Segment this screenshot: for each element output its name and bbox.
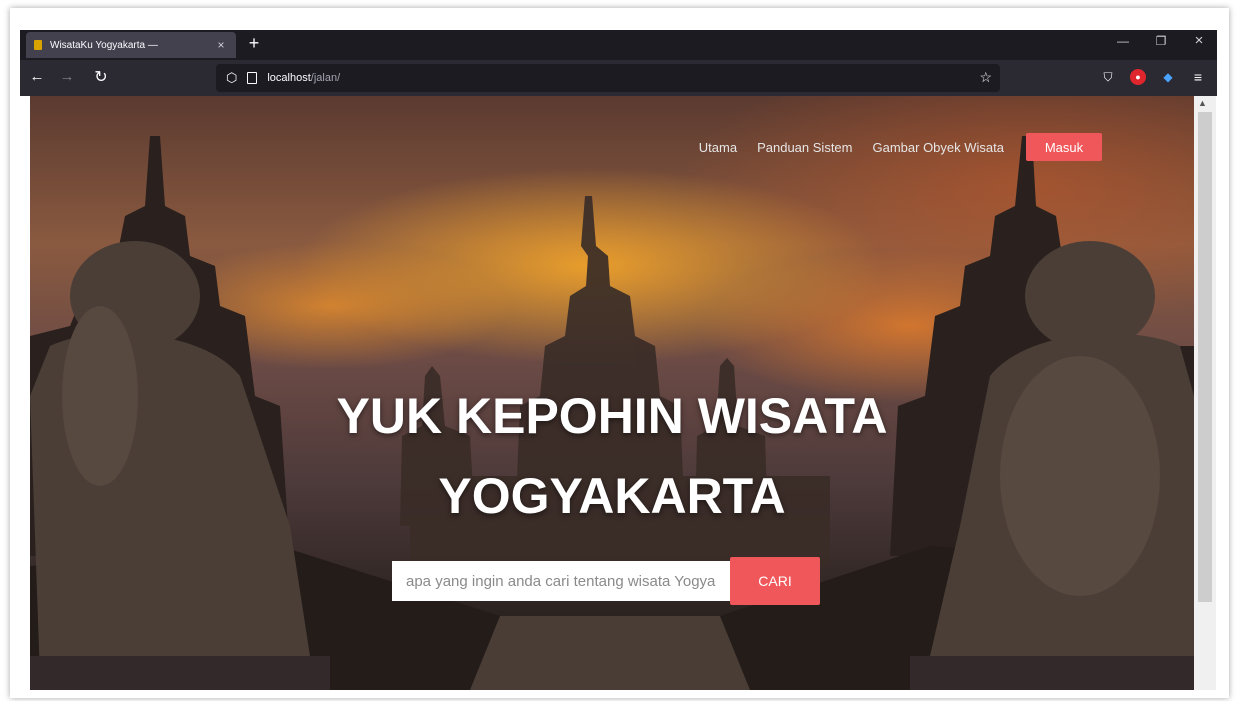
nav-link-utama[interactable]: Utama	[699, 140, 737, 155]
extension-blue-icon[interactable]: ◆	[1160, 69, 1176, 85]
search-input[interactable]	[392, 561, 730, 601]
menu-icon[interactable]: ≡	[1190, 69, 1206, 85]
url-bar[interactable]: ⬡ localhost /jalan/ ☆	[216, 64, 1000, 92]
search-button[interactable]: CARI	[730, 557, 820, 605]
nav-link-gambar-obyek-wisata[interactable]: Gambar Obyek Wisata	[873, 140, 1005, 155]
url-path: /jalan/	[310, 72, 341, 84]
browser-toolbar: ← → ↻ ⬡ localhost /jalan/ ☆ ⛉ ● ◆ ≡	[20, 60, 1217, 96]
hero-title: YUK KEPOHIN WISATA YOGYAKARTA	[30, 376, 1194, 536]
tab-title: WisataKu Yogyakarta —	[50, 39, 158, 51]
search-form: CARI	[392, 557, 820, 605]
reload-icon[interactable]: ↻	[90, 67, 112, 87]
page-info-icon[interactable]	[247, 72, 258, 84]
forward-icon[interactable]: →	[56, 68, 78, 85]
restore-icon[interactable]: ❐	[1150, 34, 1172, 48]
extension-red-icon[interactable]: ●	[1130, 69, 1146, 85]
tab-strip: WisataKu Yogyakarta — × + — ❐ ×	[20, 30, 1217, 60]
bookmark-star-icon[interactable]: ☆	[979, 69, 992, 86]
browser-chrome: WisataKu Yogyakarta — × + — ❐ × ← → ↻ ⬡ …	[20, 30, 1217, 96]
new-tab-button[interactable]: +	[244, 33, 264, 54]
minimize-icon[interactable]: —	[1112, 34, 1134, 48]
hero-title-line-1: YUK KEPOHIN WISATA	[336, 388, 888, 444]
page-viewport: Utama Panduan Sistem Gambar Obyek Wisata…	[30, 96, 1194, 690]
nav-link-panduan-sistem[interactable]: Panduan Sistem	[757, 140, 852, 155]
site-nav: Utama Panduan Sistem Gambar Obyek Wisata…	[679, 133, 1102, 161]
tab-close-icon[interactable]: ×	[214, 38, 228, 52]
favicon-icon	[34, 40, 42, 50]
tracking-shield-icon[interactable]: ⬡	[226, 70, 237, 86]
pocket-icon[interactable]: ⛉	[1100, 69, 1116, 85]
back-icon[interactable]: ←	[26, 68, 48, 85]
scroll-up-icon[interactable]: ▲	[1198, 98, 1207, 108]
scroll-thumb[interactable]	[1198, 112, 1212, 602]
browser-tab[interactable]: WisataKu Yogyakarta — ×	[26, 32, 236, 58]
login-button[interactable]: Masuk	[1026, 133, 1102, 161]
window-close-icon[interactable]: ×	[1188, 32, 1210, 49]
page-scrollbar[interactable]: ▲	[1194, 96, 1216, 690]
url-host: localhost	[267, 72, 311, 84]
hero-title-line-2: YOGYAKARTA	[438, 468, 786, 524]
